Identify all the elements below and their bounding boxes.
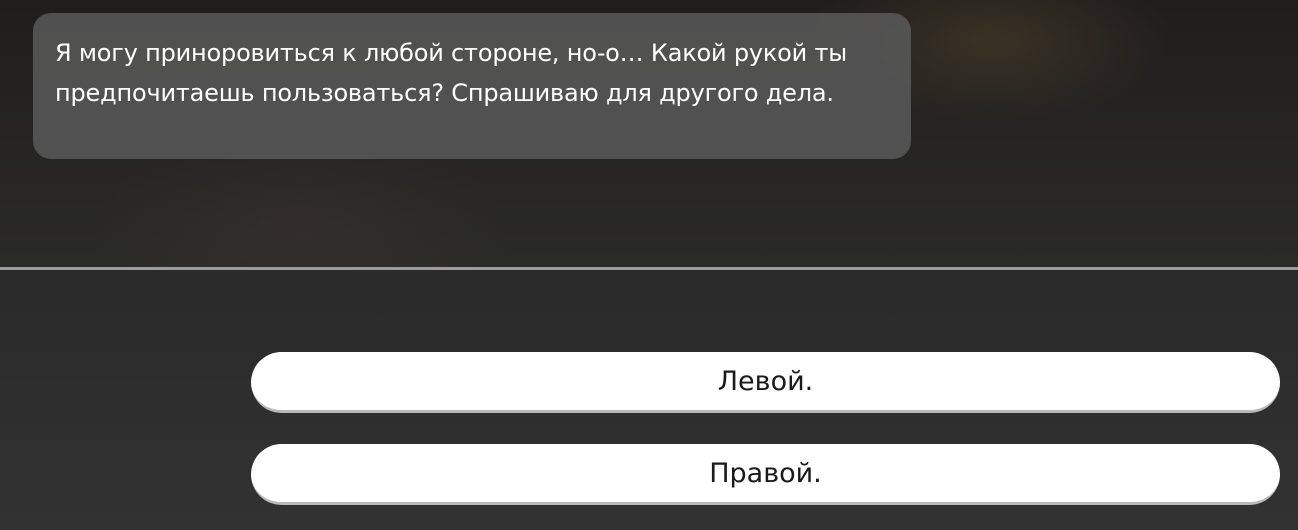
dialogue-bubble: Я могу приноровиться к любой стороне, но… bbox=[33, 13, 911, 159]
choice-left-button[interactable]: Левой. bbox=[251, 352, 1280, 413]
dialogue-text: Я могу приноровиться к любой стороне, но… bbox=[55, 39, 848, 107]
choice-left-label: Левой. bbox=[717, 365, 814, 397]
choice-right-label: Правой. bbox=[709, 457, 822, 489]
choice-right-button[interactable]: Правой. bbox=[251, 444, 1280, 505]
